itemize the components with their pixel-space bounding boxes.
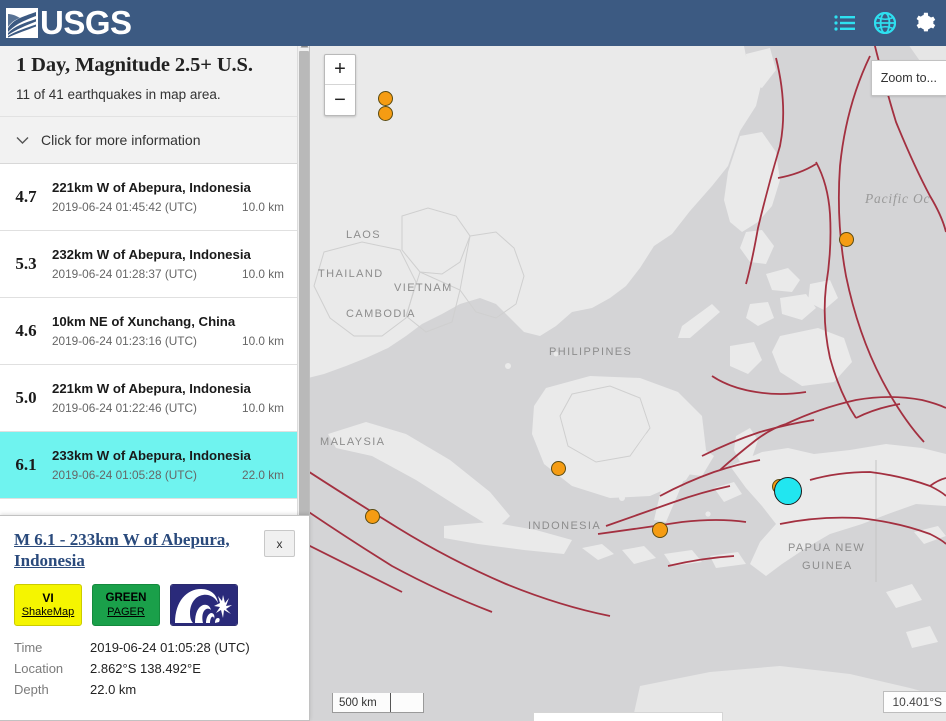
quake-marker-5[interactable] xyxy=(365,509,380,524)
earthquake-list-item[interactable]: 4.7 221km W of Abepura, Indonesia 2019-06-… xyxy=(0,164,298,231)
shakemap-intensity: VI xyxy=(42,591,54,606)
chevron-down-icon xyxy=(12,136,32,145)
earthquake-time: 2019-06-24 01:22:46 (UTC) xyxy=(52,401,197,415)
map-scale-bar: 500 km xyxy=(332,693,424,713)
earthquake-magnitude: 5.0 xyxy=(15,388,37,407)
pager-alert-level: GREEN xyxy=(105,592,147,605)
earthquake-list-item[interactable]: 5.3 232km W of Abepura, Indonesia 2019-06-… xyxy=(0,231,298,298)
detail-key: Location xyxy=(14,661,64,677)
earthquake-time: 2019-06-24 01:23:16 (UTC) xyxy=(52,334,197,348)
scrollbar-thumb[interactable] xyxy=(299,51,309,531)
earthquake-info: 233km W of Abepura, Indonesia 2019-06-24 … xyxy=(52,448,286,482)
earthquake-place: 10km NE of Xunchang, China xyxy=(52,314,236,329)
pager-label: PAGER xyxy=(107,605,145,618)
header-icon-group xyxy=(834,12,936,34)
shakemap-label: ShakeMap xyxy=(21,606,75,619)
quake-marker-4[interactable] xyxy=(551,461,566,476)
detail-value: 2.862°S 138.492°E xyxy=(90,661,201,677)
earthquake-place: 233km W of Abepura, Indonesia xyxy=(52,448,251,463)
earthquake-info: 221km W of Abepura, Indonesia 2019-06-24 … xyxy=(52,381,286,415)
detail-row: Depth 22.0 km xyxy=(14,682,295,697)
earthquake-time: 2019-06-24 01:45:42 (UTC) xyxy=(52,200,197,214)
earthquake-depth: 10.0 km xyxy=(242,334,284,348)
gear-icon[interactable] xyxy=(914,12,936,34)
earthquake-magnitude: 4.6 xyxy=(15,321,37,340)
earthquake-magnitude: 4.7 xyxy=(15,187,37,206)
quake-marker-6[interactable] xyxy=(652,522,668,538)
page-title: 1 Day, Magnitude 2.5+ U.S. xyxy=(16,54,253,76)
earthquake-meta: 2019-06-24 01:45:42 (UTC) 10.0 km xyxy=(52,200,286,214)
earthquake-meta: 2019-06-24 01:22:46 (UTC) 10.0 km xyxy=(52,401,286,415)
earthquake-map[interactable]: CHINALAOSTHAILANDVIETNAMCAMBODIAPHILIPPI… xyxy=(310,36,946,721)
earthquake-info: 232km W of Abepura, Indonesia 2019-06-24 … xyxy=(52,247,286,281)
popup-close-button[interactable]: x xyxy=(264,530,295,557)
earthquake-depth: 10.0 km xyxy=(242,200,284,214)
usgs-logo[interactable]: USGS xyxy=(6,6,132,40)
more-information-toggle[interactable]: Click for more information xyxy=(0,117,298,164)
event-badges: VI ShakeMap GREEN PAGER xyxy=(14,584,295,627)
popup-header: M 6.1 - 233km W of Abepura, Indonesia x xyxy=(14,530,295,571)
quake-marker-2[interactable] xyxy=(378,106,393,121)
earthquake-detail-popup: M 6.1 - 233km W of Abepura, Indonesia x … xyxy=(0,515,310,721)
earthquake-count-text: 11 of 41 earthquakes in map area. xyxy=(16,87,221,102)
earthquake-place: 221km W of Abepura, Indonesia xyxy=(52,180,251,195)
usgs-wordmark: USGS xyxy=(40,4,132,41)
shakemap-badge[interactable]: VI ShakeMap xyxy=(14,584,82,627)
earthquake-depth: 22.0 km xyxy=(242,468,284,482)
earthquake-list-item[interactable]: 5.0 221km W of Abepura, Indonesia 2019-06-… xyxy=(0,365,298,432)
list-icon[interactable] xyxy=(834,14,856,32)
earthquake-list-item[interactable]: 4.6 10km NE of Xunchang, China 2019-06-24 … xyxy=(0,298,298,365)
zoom-to-button[interactable]: Zoom to... xyxy=(870,60,946,96)
earthquake-meta: 2019-06-24 01:05:28 (UTC) 22.0 km xyxy=(52,468,286,482)
quake-marker-3[interactable] xyxy=(839,232,854,247)
quake-marker-7[interactable] xyxy=(774,477,802,505)
popup-event-title-link[interactable]: M 6.1 - 233km W of Abepura, Indonesia xyxy=(14,530,264,571)
zoom-out-button[interactable]: − xyxy=(325,85,355,115)
earthquake-time: 2019-06-24 01:28:37 (UTC) xyxy=(52,267,197,281)
detail-row: Location 2.862°S 138.492°E xyxy=(14,661,295,676)
globe-icon[interactable] xyxy=(874,12,896,34)
detail-value: 22.0 km xyxy=(90,682,137,698)
more-information-label: Click for more information xyxy=(41,132,201,148)
earthquake-magnitude: 5.3 xyxy=(15,254,37,273)
earthquake-time: 2019-06-24 01:05:28 (UTC) xyxy=(52,468,197,482)
map-basemap xyxy=(310,36,946,721)
usgs-earthquake-map-app: USGS LAOS THAILAND VIETNAM CAMBODIA PHIL… xyxy=(0,0,946,721)
earthquake-list: 4.7 221km W of Abepura, Indonesia 2019-06-… xyxy=(0,164,298,499)
earthquake-depth: 10.0 km xyxy=(242,267,284,281)
earthquake-meta: 2019-06-24 01:23:16 (UTC) 10.0 km xyxy=(52,334,286,348)
tsunami-wave-icon[interactable] xyxy=(170,584,238,627)
earthquake-place: 221km W of Abepura, Indonesia xyxy=(52,381,251,396)
quake-marker-1[interactable] xyxy=(378,91,393,106)
detail-value: 2019-06-24 01:05:28 (UTC) xyxy=(90,640,250,656)
zoom-controls: + − xyxy=(324,54,356,116)
panel-header: 1 Day, Magnitude 2.5+ U.S. 11 of 41 eart… xyxy=(0,36,298,117)
earthquake-depth: 10.0 km xyxy=(242,401,284,415)
detail-row: Time 2019-06-24 01:05:28 (UTC) xyxy=(14,640,295,655)
earthquake-meta: 2019-06-24 01:28:37 (UTC) 10.0 km xyxy=(52,267,286,281)
app-header: USGS xyxy=(0,0,946,46)
map-coordinate-readout: 10.401°S xyxy=(883,691,946,713)
scale-tick xyxy=(390,693,391,712)
detail-key: Depth xyxy=(14,682,49,698)
earthquake-list-item[interactable]: 6.1 233km W of Abepura, Indonesia 2019-06-… xyxy=(0,432,298,499)
earthquake-info: 10km NE of Xunchang, China 2019-06-24 01:… xyxy=(52,314,286,348)
zoom-in-button[interactable]: + xyxy=(325,55,355,85)
earthquake-info: 221km W of Abepura, Indonesia 2019-06-24 … xyxy=(52,180,286,214)
detail-key: Time xyxy=(14,640,43,656)
map-attribution-stub xyxy=(533,712,723,721)
earthquake-place: 232km W of Abepura, Indonesia xyxy=(52,247,251,262)
map-scale-label: 500 km xyxy=(339,696,377,709)
event-details: Time 2019-06-24 01:05:28 (UTC) Location 2.8… xyxy=(14,640,295,697)
earthquake-magnitude: 6.1 xyxy=(15,455,37,474)
usgs-wave-logo-icon xyxy=(6,8,38,38)
pager-badge[interactable]: GREEN PAGER xyxy=(92,584,160,627)
